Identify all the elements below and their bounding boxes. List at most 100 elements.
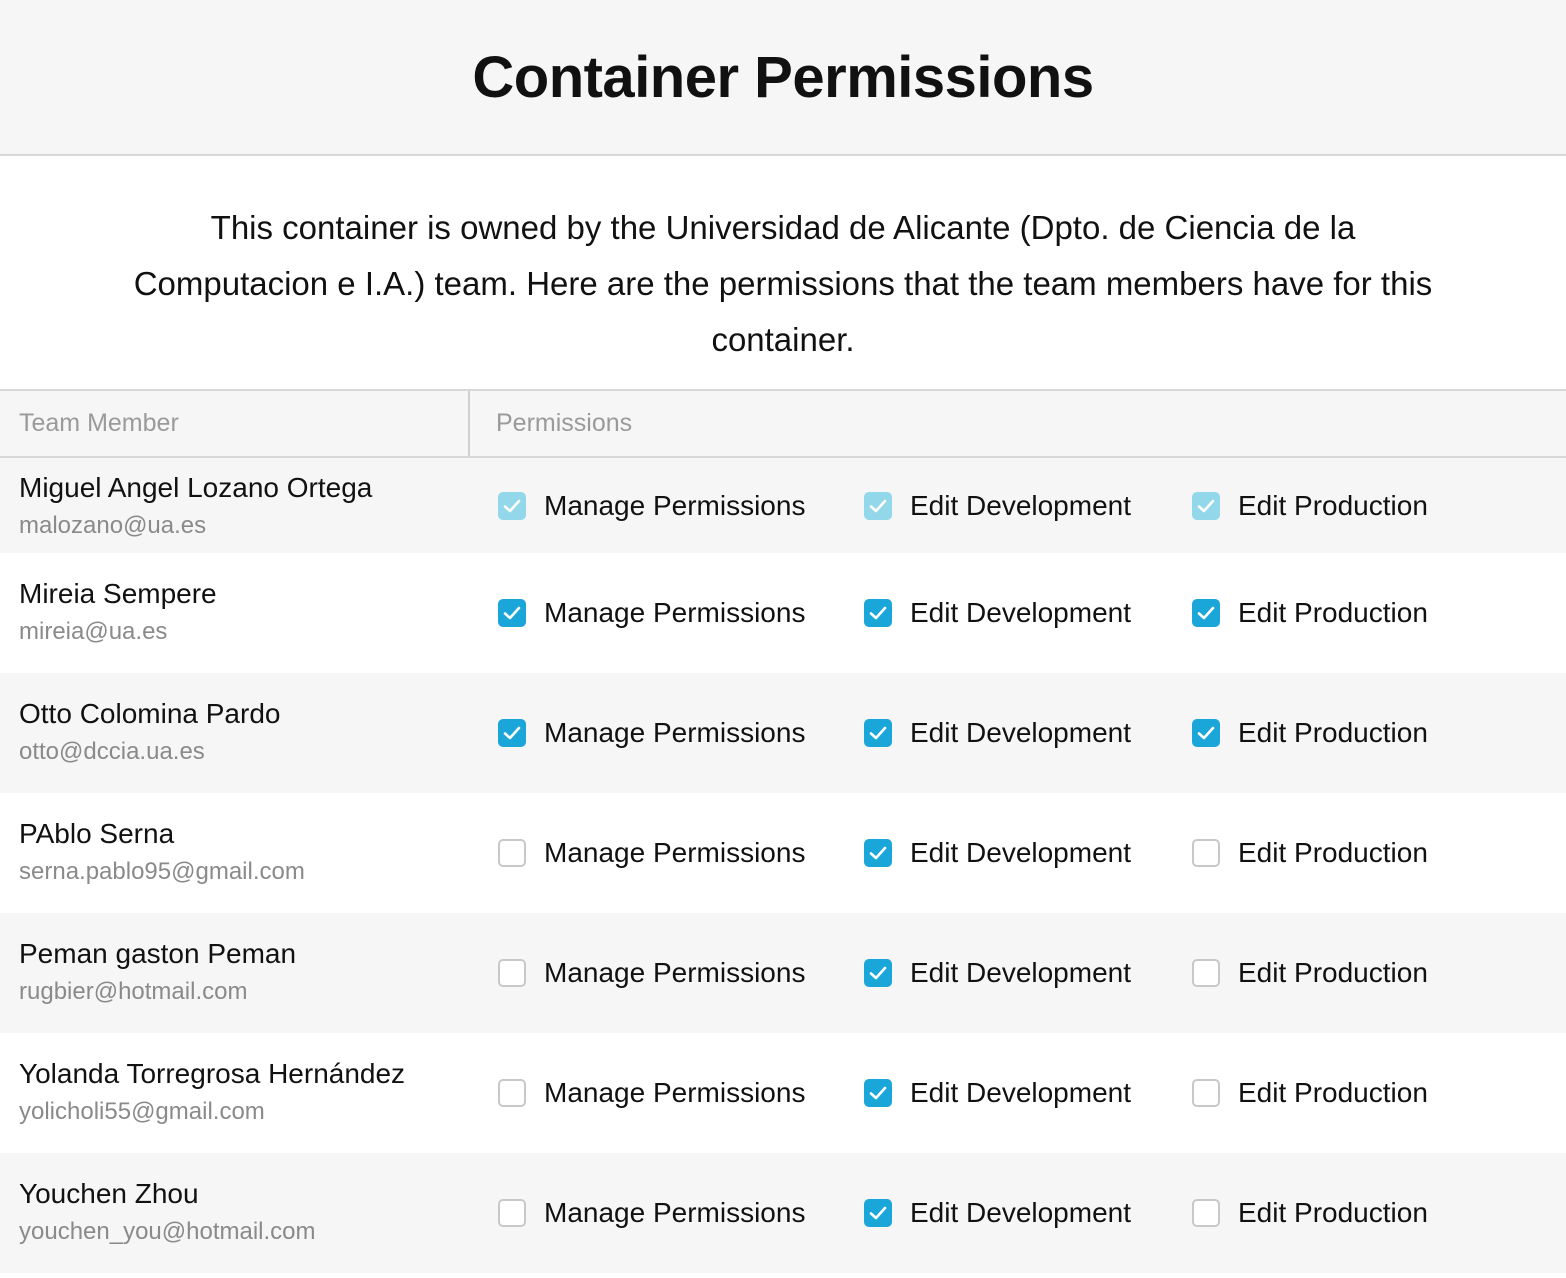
team-member-cell: Miguel Angel Lozano Ortega malozano@ua.es [0,458,470,553]
checkbox-icon[interactable] [498,719,526,747]
permissions-cell: Manage Permissions Edit Development Edit P… [470,1033,1566,1153]
permissions-cell: Manage Permissions Edit Development Edit P… [470,458,1566,553]
member-email: otto@dccia.ua.es [19,738,205,765]
edit-development-checkbox[interactable]: Edit Development [864,717,1131,749]
checkbox-icon[interactable] [1192,839,1220,867]
team-member-cell: Otto Colomina Pardo otto@dccia.ua.es [0,673,470,793]
checkbox-icon[interactable] [1192,719,1220,747]
checkbox-icon[interactable] [498,1079,526,1107]
edit-development-label: Edit Development [910,490,1132,521]
manage-permissions-label: Manage Permissions [544,490,806,521]
edit-production-checkbox: Edit Production [1192,490,1428,522]
team-member-cell: Yolanda Torregrosa Hernández yolicholi55@… [0,1033,470,1153]
permissions-table-body: Miguel Angel Lozano Ortega malozano@ua.es… [0,458,1566,1273]
manage-permissions-label: Manage Permissions [544,1197,806,1228]
checkbox-icon[interactable] [864,839,892,867]
edit-development-label: Edit Development [910,597,1132,628]
member-name: Yolanda Torregrosa Hernández [19,1058,406,1089]
page-description: This container is owned by the Universid… [0,156,1566,391]
manage-permissions-checkbox[interactable]: Manage Permissions [498,1077,805,1109]
edit-development-label: Edit Development [910,1197,1132,1228]
edit-production-label: Edit Production [1238,490,1428,521]
team-member-cell: Youchen Zhou youchen_you@hotmail.com [0,1153,470,1273]
table-row: Otto Colomina Pardo otto@dccia.ua.es Manag… [0,673,1566,793]
table-header: Team Member Permissions [0,391,1566,458]
edit-production-label: Edit Production [1238,1197,1428,1228]
table-row: Mireia Sempere mireia@ua.es Manage Permiss… [0,553,1566,673]
edit-production-checkbox[interactable]: Edit Production [1192,717,1428,749]
member-email: yolicholi55@gmail.com [19,1098,265,1125]
team-member-cell: Peman gaston Peman rugbier@hotmail.com [0,913,470,1033]
manage-permissions-label: Manage Permissions [544,597,806,628]
checkbox-icon[interactable] [498,959,526,987]
edit-production-checkbox[interactable]: Edit Production [1192,1197,1428,1229]
edit-development-label: Edit Development [910,717,1132,748]
member-name: Otto Colomina Pardo [19,698,281,729]
checkbox-icon[interactable] [1192,1199,1220,1227]
checkbox-icon[interactable] [864,719,892,747]
member-email: serna.pablo95@gmail.com [19,858,305,885]
member-name: Peman gaston Peman [19,938,297,969]
table-row: Peman gaston Peman rugbier@hotmail.com Man… [0,913,1566,1033]
manage-permissions-label: Manage Permissions [544,717,806,748]
edit-development-checkbox: Edit Development [864,490,1131,522]
member-name: Youchen Zhou [19,1178,199,1209]
table-row: PAblo Serna serna.pablo95@gmail.com Manage… [0,793,1566,913]
checkbox-icon[interactable] [1192,1079,1220,1107]
team-member-cell: PAblo Serna serna.pablo95@gmail.com [0,793,470,913]
checkbox-icon [864,492,892,520]
column-header-permissions: Permissions [496,409,633,437]
page-title: Container Permissions [472,44,1094,110]
edit-development-checkbox[interactable]: Edit Development [864,597,1131,629]
checkbox-icon [498,492,526,520]
manage-permissions-checkbox[interactable]: Manage Permissions [498,957,805,989]
edit-development-checkbox[interactable]: Edit Development [864,957,1131,989]
manage-permissions-label: Manage Permissions [544,957,806,988]
edit-production-label: Edit Production [1238,957,1428,988]
edit-production-checkbox[interactable]: Edit Production [1192,957,1428,989]
member-email: rugbier@hotmail.com [19,978,248,1005]
permissions-cell: Manage Permissions Edit Development Edit P… [470,793,1566,913]
checkbox-icon [1192,492,1220,520]
edit-production-checkbox[interactable]: Edit Production [1192,1077,1428,1109]
edit-development-label: Edit Development [910,837,1132,868]
checkbox-icon[interactable] [864,1199,892,1227]
checkbox-icon[interactable] [498,839,526,867]
permissions-cell: Manage Permissions Edit Development Edit P… [470,913,1566,1033]
member-name: Mireia Sempere [19,578,217,609]
edit-production-label: Edit Production [1238,837,1428,868]
checkbox-icon[interactable] [498,1199,526,1227]
edit-production-label: Edit Production [1238,717,1428,748]
edit-production-label: Edit Production [1238,1077,1428,1108]
member-email: mireia@ua.es [19,618,168,645]
permissions-cell: Manage Permissions Edit Development Edit P… [470,553,1566,673]
column-header-team-member: Team Member [0,391,470,456]
edit-production-checkbox[interactable]: Edit Production [1192,597,1428,629]
member-email: malozano@ua.es [19,512,207,539]
manage-permissions-checkbox[interactable]: Manage Permissions [498,837,805,869]
edit-development-label: Edit Development [910,957,1132,988]
checkbox-icon[interactable] [1192,959,1220,987]
checkbox-icon[interactable] [864,959,892,987]
checkbox-icon[interactable] [498,599,526,627]
edit-production-label: Edit Production [1238,597,1428,628]
checkbox-icon[interactable] [1192,599,1220,627]
edit-development-checkbox[interactable]: Edit Development [864,1077,1131,1109]
edit-development-checkbox[interactable]: Edit Development [864,1197,1131,1229]
table-row: Youchen Zhou youchen_you@hotmail.com Manag… [0,1153,1566,1273]
manage-permissions-checkbox[interactable]: Manage Permissions [498,717,805,749]
page-header: Container Permissions [0,0,1566,156]
edit-development-checkbox[interactable]: Edit Development [864,837,1131,869]
permissions-cell: Manage Permissions Edit Development Edit P… [470,1153,1566,1273]
permissions-cell: Manage Permissions Edit Development Edit P… [470,673,1566,793]
team-member-cell: Mireia Sempere mireia@ua.es [0,553,470,673]
member-name: PAblo Serna [19,818,175,849]
member-name: Miguel Angel Lozano Ortega [19,472,373,503]
checkbox-icon[interactable] [864,1079,892,1107]
manage-permissions-checkbox[interactable]: Manage Permissions [498,597,805,629]
edit-production-checkbox[interactable]: Edit Production [1192,837,1428,869]
manage-permissions-checkbox[interactable]: Manage Permissions [498,1197,805,1229]
checkbox-icon[interactable] [864,599,892,627]
edit-development-label: Edit Development [910,1077,1132,1108]
table-row: Miguel Angel Lozano Ortega malozano@ua.es… [0,458,1566,553]
